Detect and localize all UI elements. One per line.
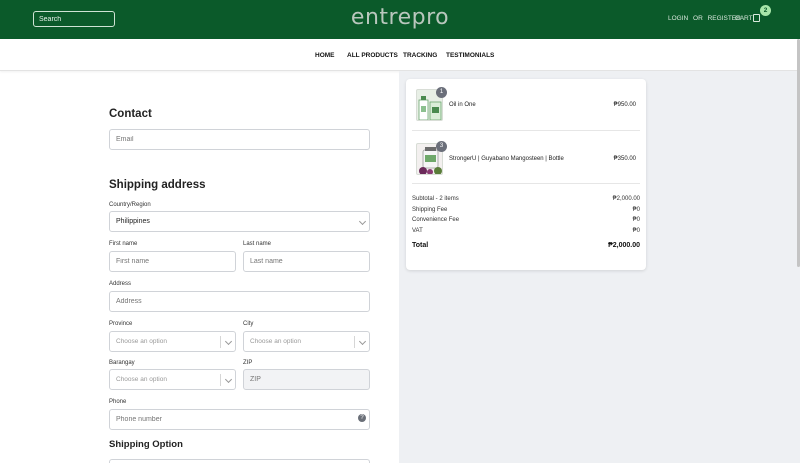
item-quantity-badge: 1 <box>436 87 447 98</box>
phone-label: Phone <box>109 399 127 405</box>
select-separator <box>220 374 221 386</box>
phone-field[interactable] <box>109 409 370 430</box>
chevron-down-icon <box>224 375 233 384</box>
country-value: Philippines <box>116 218 150 225</box>
nav-all-products[interactable]: ALL PRODUCTS <box>347 52 398 59</box>
order-summary-card: 1 Oil in One ₱950.00 3 StrongerU | Guyab… <box>406 79 646 270</box>
convenience-fee-value: ₱0 <box>632 217 640 223</box>
subtotal-value: ₱2,000.00 <box>612 196 640 202</box>
city-placeholder: Choose an option <box>250 338 301 345</box>
select-separator <box>220 336 221 348</box>
province-select[interactable]: Choose an option <box>109 331 236 352</box>
zip-label: ZIP <box>243 360 253 366</box>
divider <box>412 183 640 184</box>
cart-count-badge: 2 <box>760 5 771 16</box>
barangay-select[interactable]: Choose an option <box>109 369 236 390</box>
vat-label: VAT <box>412 228 423 234</box>
shopping-bag-icon[interactable] <box>753 14 760 22</box>
zip-field[interactable] <box>243 369 370 390</box>
email-field[interactable] <box>109 129 370 150</box>
barangay-placeholder: Choose an option <box>116 376 167 383</box>
province-placeholder: Choose an option <box>116 338 167 345</box>
auth-or-text: OR <box>693 15 703 22</box>
shipping-fee-value: ₱0 <box>632 207 640 213</box>
cart-item: 3 StrongerU | Guyabano Mangosteen | Bott… <box>406 141 646 177</box>
address-label: Address <box>109 281 132 287</box>
city-label: City <box>243 321 254 327</box>
item-name: Oil in One <box>449 102 476 108</box>
chevron-down-icon <box>224 337 233 346</box>
province-label: Province <box>109 321 133 327</box>
item-price: ₱950.00 <box>613 102 636 108</box>
shipping-address-heading: Shipping address <box>109 179 206 191</box>
item-name: StrongerU | Guyabano Mangosteen | Bottle <box>449 156 564 162</box>
address-field[interactable] <box>109 291 370 312</box>
nav-tracking[interactable]: TRACKING <box>403 52 437 59</box>
vat-value: ₱0 <box>632 228 640 234</box>
divider <box>412 130 640 131</box>
total-value: ₱2,000.00 <box>608 242 640 249</box>
barangay-label: Barangay <box>109 360 135 366</box>
subtotal-label: Subtotal - 2 items <box>412 196 459 202</box>
total-label: Total <box>412 242 429 249</box>
city-select[interactable]: Choose an option <box>243 331 370 352</box>
top-header: entrepro LOGIN OR REGISTER CART 2 <box>0 0 800 39</box>
country-select[interactable]: Philippines <box>109 211 370 232</box>
shipping-fee-label: Shipping Fee <box>412 207 448 213</box>
chevron-down-icon <box>358 337 367 346</box>
nav-home[interactable]: HOME <box>315 52 335 59</box>
first-name-label: First name <box>109 241 138 247</box>
select-separator <box>354 336 355 348</box>
auth-links: LOGIN OR REGISTER <box>668 15 744 22</box>
last-name-field[interactable] <box>243 251 370 272</box>
convenience-fee-label: Convenience Fee <box>412 217 460 223</box>
contact-heading: Contact <box>109 108 152 120</box>
first-name-field[interactable] <box>109 251 236 272</box>
last-name-label: Last name <box>243 241 272 247</box>
shipping-option-heading: Shipping Option <box>109 439 183 450</box>
cart-item: 1 Oil in One ₱950.00 <box>406 87 646 123</box>
login-link[interactable]: LOGIN <box>668 15 688 22</box>
item-quantity-badge: 3 <box>436 141 447 152</box>
cart-link[interactable]: CART <box>735 15 753 22</box>
shipping-option-field[interactable] <box>109 459 370 463</box>
chevron-down-icon <box>358 217 367 226</box>
main-nav: HOME ALL PRODUCTS TRACKING TESTIMONIALS <box>0 39 800 71</box>
help-icon[interactable]: ? <box>358 414 366 422</box>
country-label: Country/Region <box>109 202 151 208</box>
nav-testimonials[interactable]: TESTIMONIALS <box>446 52 494 59</box>
item-price: ₱350.00 <box>613 156 636 162</box>
